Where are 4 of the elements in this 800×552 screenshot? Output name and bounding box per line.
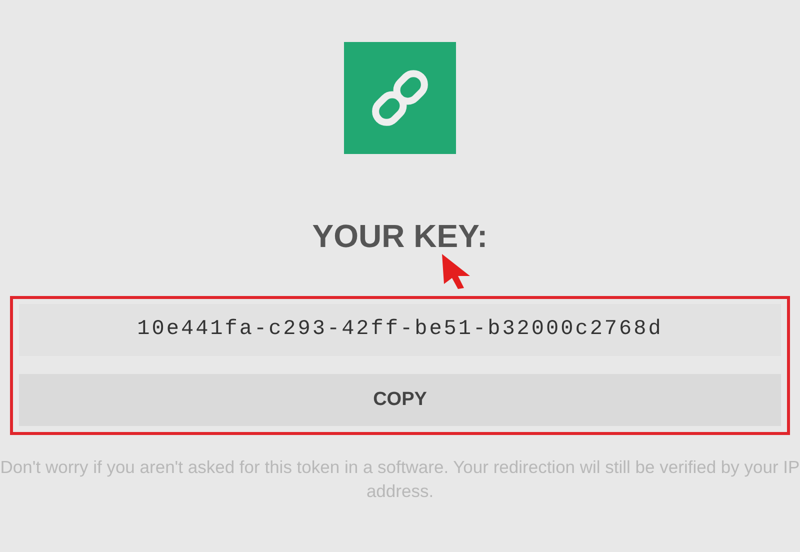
key-heading: YOUR KEY: — [312, 217, 488, 256]
copy-button[interactable]: COPY — [19, 374, 781, 426]
logo-icon — [344, 42, 456, 154]
key-field[interactable]: 10e441fa-c293-42ff-be51-b32000c2768d — [19, 304, 781, 356]
